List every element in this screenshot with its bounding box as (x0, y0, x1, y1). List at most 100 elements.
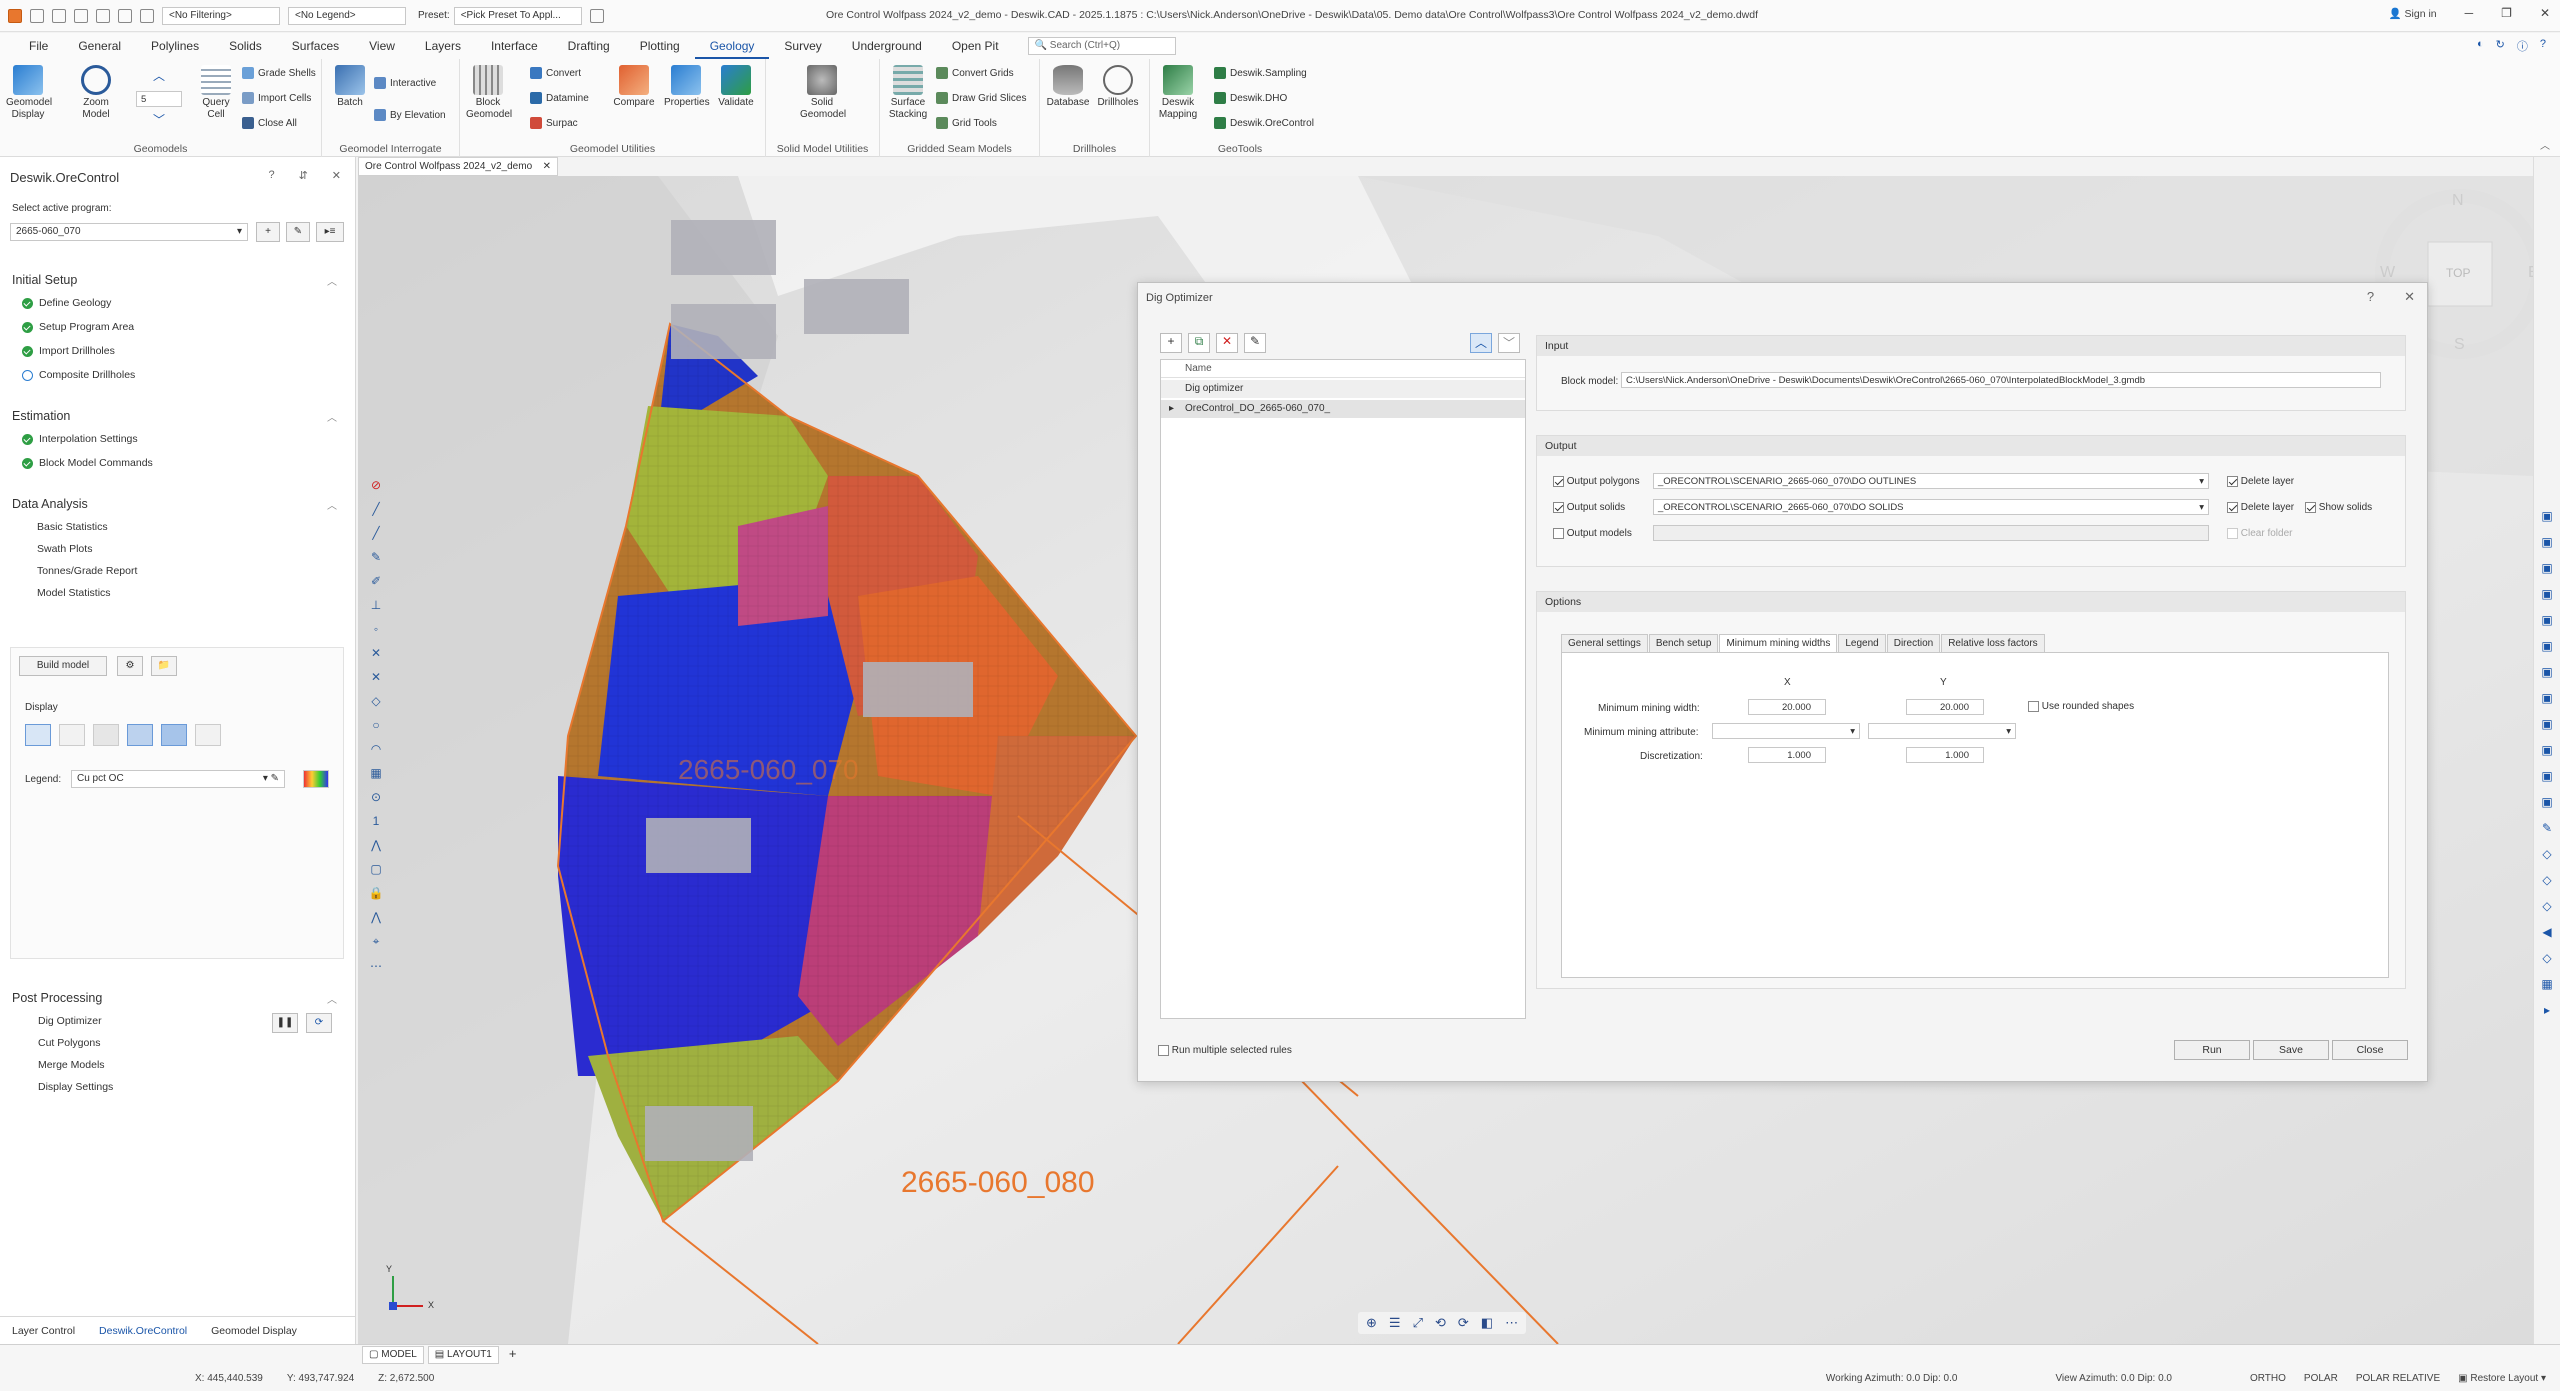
compare-button[interactable]: Compare (612, 65, 656, 109)
open-folder-button[interactable]: 📁 (151, 656, 177, 676)
menu-plotting[interactable]: Plotting (625, 33, 695, 59)
more-icon[interactable]: ⋯ (1505, 1315, 1518, 1331)
legend-dropdown[interactable]: <No Legend> (288, 6, 406, 25)
tab-orecontrol[interactable]: Deswik.OreControl (87, 1325, 199, 1337)
interactive-button[interactable]: Interactive (374, 77, 436, 89)
polyline-tool-icon[interactable]: ╱ (372, 526, 379, 540)
print-icon[interactable] (96, 8, 110, 23)
checkbox[interactable] (2305, 502, 2316, 513)
block-model-input[interactable]: C:\Users\Nick.Anderson\OneDrive - Deswik… (1621, 372, 2381, 388)
number-icon[interactable]: 1 (373, 814, 380, 828)
more-tools-icon[interactable]: ⋯ (370, 959, 382, 973)
item-cut-polygons[interactable]: Cut Polygons (38, 1037, 100, 1049)
section-post-processing[interactable]: Post Processing (12, 991, 102, 1005)
tab-legend[interactable]: Legend (1838, 634, 1886, 652)
filter-dropdown[interactable]: <No Filtering> (162, 6, 280, 25)
query-cell-button[interactable]: Query Cell (194, 65, 238, 121)
view-icon-8[interactable]: ▣ (2541, 691, 2552, 705)
delete-layer-solids-checkbox[interactable]: Delete layer (2227, 502, 2294, 513)
output-solids-checkbox[interactable]: Output solids (1553, 502, 1625, 513)
new-file-icon[interactable] (30, 8, 44, 23)
zoom-model-button[interactable]: Zoom Model (74, 65, 118, 121)
item-setup-program-area[interactable]: Setup Program Area (22, 321, 134, 333)
menu-general[interactable]: General (63, 33, 136, 59)
view-icon-2[interactable]: ▣ (2541, 535, 2552, 549)
vertex-icon[interactable]: ⋀ (371, 838, 381, 852)
save-button[interactable]: Save (2253, 1040, 2329, 1060)
intersect-icon[interactable]: ✕ (371, 670, 381, 684)
display-columns-icon[interactable] (25, 724, 51, 746)
item-display-settings[interactable]: Display Settings (38, 1081, 113, 1093)
layout-icon[interactable] (589, 8, 604, 23)
view-icon-4[interactable]: ▣ (2541, 587, 2552, 601)
shape-icon-1[interactable]: ◇ (2542, 847, 2551, 861)
add-layout-icon[interactable]: + (503, 1346, 523, 1364)
item-tonnes-grade-report[interactable]: Tonnes/Grade Report (37, 565, 137, 577)
delete-layer-polygons-checkbox[interactable]: Delete layer (2227, 476, 2294, 487)
help-icon[interactable]: ? (2540, 38, 2546, 54)
show-solids-checkbox[interactable]: Show solids (2305, 502, 2372, 513)
info-icon[interactable]: ⓘ (2517, 38, 2528, 54)
spin-up-icon[interactable]: ︿ (136, 67, 182, 84)
ortho-toggle[interactable]: ORTHO (2250, 1373, 2286, 1384)
restore-layout-button[interactable]: ▣ Restore Layout ▾ (2458, 1373, 2546, 1384)
item-interpolation-settings[interactable]: Interpolation Settings (22, 433, 138, 445)
arc-icon[interactable]: ◠ (371, 742, 381, 756)
view-icon-5[interactable]: ▣ (2541, 613, 2552, 627)
display-points-icon[interactable] (59, 724, 85, 746)
brush-tool-icon[interactable]: ✐ (371, 574, 381, 588)
select-icon[interactable]: ⌖ (373, 934, 380, 949)
save-icon[interactable] (74, 8, 88, 23)
menu-drafting[interactable]: Drafting (553, 33, 625, 59)
polar-toggle[interactable]: POLAR (2304, 1373, 2338, 1384)
checkbox[interactable] (1553, 528, 1564, 539)
surpac-button[interactable]: Surpac (530, 117, 578, 129)
item-dig-optimizer[interactable]: Dig Optimizer (38, 1015, 102, 1027)
view-icon-9[interactable]: ▣ (2541, 717, 2552, 731)
item-composite-drillholes[interactable]: Composite Drillholes (22, 369, 135, 381)
collapse-icon[interactable]: ◐ (2477, 38, 2484, 54)
add-program-button[interactable]: + (256, 222, 280, 242)
database-button[interactable]: Database (1046, 65, 1090, 109)
close-all-button[interactable]: Close All (242, 117, 297, 129)
datamine-button[interactable]: Datamine (530, 92, 589, 104)
list-item-rule[interactable]: ▸ OreControl_DO_2665-060_070_ (1161, 400, 1525, 418)
menu-file[interactable]: File (14, 33, 63, 59)
document-tab[interactable]: Ore Control Wolfpass 2024_v2_demo ✕ (358, 157, 558, 176)
output-polygons-checkbox[interactable]: Output polygons (1553, 476, 1640, 487)
tab-relative-loss-factors[interactable]: Relative loss factors (1941, 634, 2045, 652)
frame-icon[interactable]: ▢ (370, 862, 381, 876)
no-entry-icon[interactable]: ⊘ (371, 478, 381, 492)
panel-pin-icon[interactable]: ⇵ (299, 169, 308, 182)
view-icon-1[interactable]: ▣ (2541, 509, 2552, 523)
target-icon[interactable]: ⊙ (371, 790, 381, 804)
close-button[interactable]: Close (2332, 1040, 2408, 1060)
panel-close-icon[interactable]: ✕ (332, 169, 341, 182)
circle-snap-icon[interactable]: ○ (372, 718, 379, 732)
lock-icon[interactable]: 🔒 (369, 886, 384, 900)
spin-input[interactable]: 5 (136, 91, 182, 107)
draw-grid-slices-button[interactable]: Draw Grid Slices (936, 92, 1026, 104)
display-outline-icon[interactable] (195, 724, 221, 746)
validate-button[interactable]: Validate (714, 65, 758, 109)
item-model-statistics[interactable]: Model Statistics (37, 587, 111, 599)
import-cells-button[interactable]: Import Cells (242, 92, 311, 104)
sign-in-link[interactable]: 👤 Sign in (2389, 7, 2437, 20)
collapse-icon[interactable]: ︿ (327, 273, 337, 288)
pencil-icon[interactable]: ✎ (2542, 821, 2552, 835)
perpendicular-icon[interactable]: ⊥ (371, 598, 381, 612)
panel-help-icon[interactable]: ? (268, 169, 274, 182)
undo-icon[interactable] (118, 8, 132, 23)
view-icon-6[interactable]: ▣ (2541, 639, 2552, 653)
tab-general-settings[interactable]: General settings (1561, 634, 1648, 652)
collapse-icon[interactable]: ︿ (327, 991, 337, 1006)
view-icon-7[interactable]: ▣ (2541, 665, 2552, 679)
drillholes-button[interactable]: Drillholes (1096, 65, 1140, 109)
block-geomodel-button[interactable]: Block Geomodel (466, 65, 512, 121)
disc-x-input[interactable]: 1.000 (1748, 747, 1826, 763)
line-tool-icon[interactable]: ╱ (372, 502, 379, 516)
convert-button[interactable]: Convert (530, 67, 581, 79)
shape-icon-2[interactable]: ◇ (2542, 873, 2551, 887)
min-width-y-input[interactable]: 20.000 (1906, 699, 1984, 715)
open-file-icon[interactable] (52, 8, 66, 23)
